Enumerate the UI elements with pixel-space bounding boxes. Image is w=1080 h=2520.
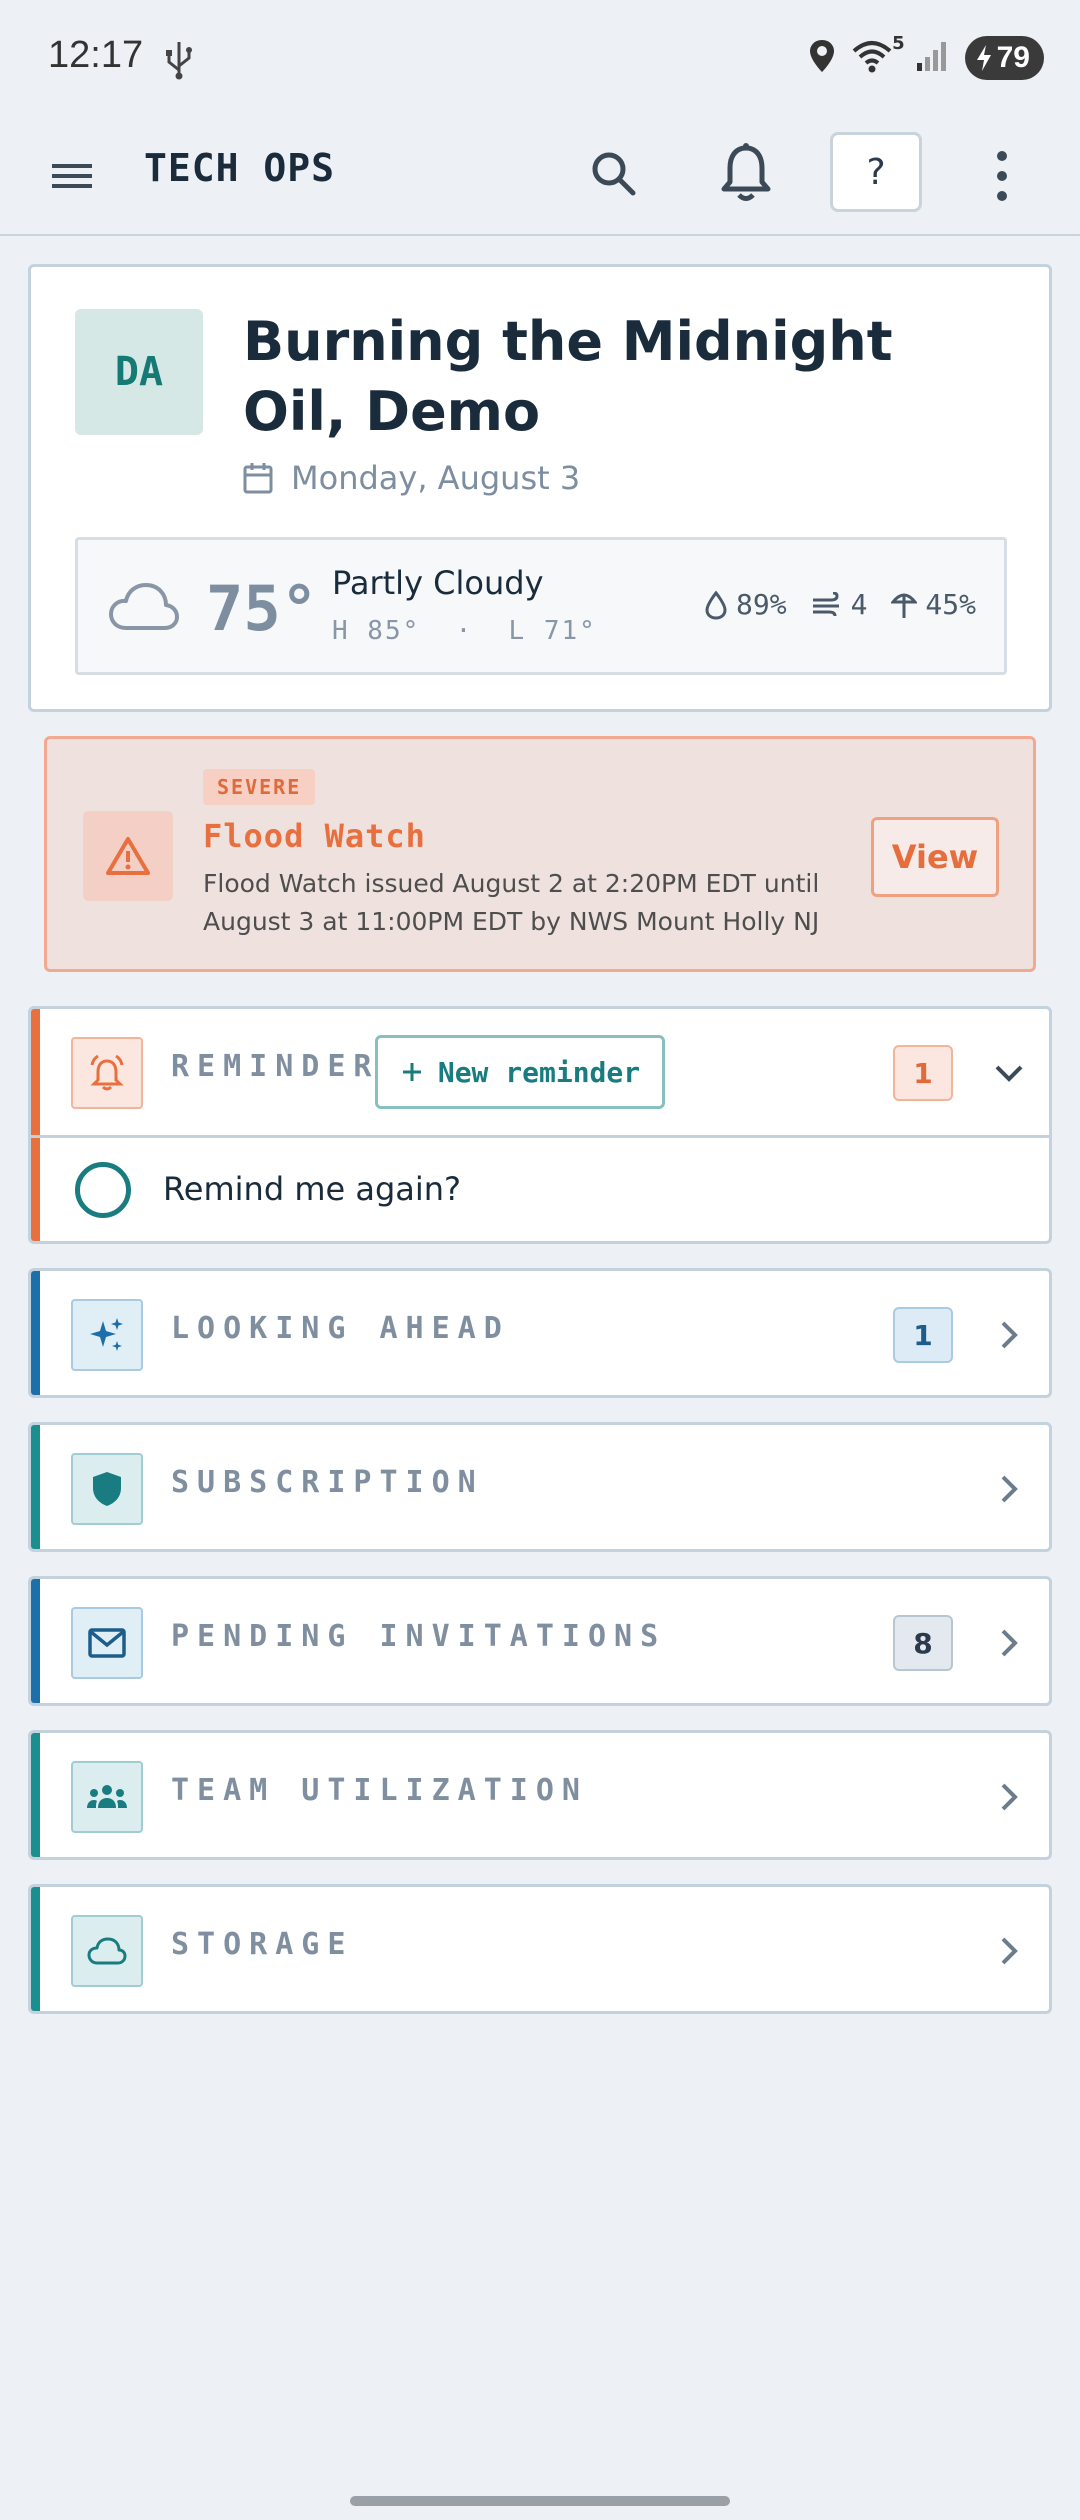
subscription-header: SUBSCRIPTION — [31, 1425, 1049, 1549]
umbrella-icon — [891, 593, 918, 618]
location-icon — [807, 38, 837, 78]
charging-icon — [976, 45, 991, 71]
new-reminder-label: New reminder — [437, 1055, 641, 1089]
app-bar: TECH OPS ? — [0, 116, 1080, 236]
more-options-icon[interactable] — [982, 148, 1022, 204]
team-utilization-header: TEAM UTILIZATION — [31, 1733, 1049, 1857]
team-icon — [71, 1761, 143, 1833]
plus-icon — [402, 1063, 421, 1081]
chevron-right-icon — [991, 1469, 1027, 1509]
chevron-right-icon — [991, 1777, 1027, 1817]
current-date: Monday, August 3 — [291, 459, 581, 497]
usb-icon — [162, 40, 196, 84]
weather-alert: SEVERE Flood Watch Flood Watch issued Au… — [44, 736, 1036, 972]
signal-icon — [915, 39, 951, 77]
humidity-value: 89% — [735, 588, 787, 621]
list-item[interactable]: Remind me again? — [31, 1135, 1049, 1239]
pending-invitations-count-badge: 8 — [893, 1615, 953, 1671]
weather-high-low: H 85° · L 71° — [332, 616, 597, 646]
chevron-right-icon — [991, 1931, 1027, 1971]
cloud-icon — [108, 580, 180, 636]
view-alert-button[interactable]: View — [871, 817, 999, 897]
precip-value: 45% — [925, 588, 976, 621]
notifications-bell-icon[interactable] — [718, 142, 774, 204]
date-row: Monday, August 3 — [243, 459, 580, 497]
alert-description: Flood Watch issued August 2 at 2:20PM ED… — [203, 869, 820, 936]
reminders-section: REMINDERS New reminder 1 Remind me again… — [28, 1006, 1052, 1244]
wind-stat: 4 — [811, 588, 868, 621]
looking-ahead-section[interactable]: LOOKING AHEAD 1 — [28, 1268, 1052, 1398]
wifi-badge: 5 — [892, 33, 905, 54]
home-indicator[interactable] — [350, 2496, 730, 2506]
chevron-right-icon — [991, 1315, 1027, 1355]
status-icons: 5 79 — [807, 33, 1044, 80]
looking-ahead-header: LOOKING AHEAD 1 — [31, 1271, 1049, 1395]
battery-level: 79 — [996, 41, 1030, 74]
chevron-down-icon[interactable] — [991, 1053, 1027, 1093]
humidity-stat: 89% — [704, 588, 787, 621]
page-title: Burning the Midnight Oil, Demo — [243, 310, 893, 443]
chevron-right-icon — [991, 1623, 1027, 1663]
storage-label: STORAGE — [171, 1927, 354, 1962]
status-bar: 12:17 5 79 — [0, 0, 1080, 116]
reminders-count-badge: 1 — [893, 1045, 953, 1101]
new-reminder-button[interactable]: New reminder — [375, 1035, 665, 1109]
subscription-section[interactable]: SUBSCRIPTION — [28, 1422, 1052, 1552]
weather-temperature: 75° — [206, 572, 318, 645]
alarm-bell-icon — [71, 1037, 143, 1109]
pending-invitations-header: PENDING INVITATIONS 8 — [31, 1579, 1049, 1703]
weather-widget[interactable]: 75° Partly Cloudy H 85° · L 71° 89% 4 45… — [75, 537, 1007, 675]
severity-badge: SEVERE — [203, 769, 316, 805]
avatar: DA — [75, 309, 203, 435]
precip-stat: 45% — [891, 588, 976, 621]
subscription-label: SUBSCRIPTION — [171, 1465, 484, 1500]
organization-card: DA Burning the Midnight Oil, Demo Monday… — [28, 264, 1052, 712]
team-utilization-label: TEAM UTILIZATION — [171, 1773, 588, 1808]
help-button[interactable]: ? — [830, 132, 922, 212]
menu-icon[interactable] — [50, 154, 94, 198]
status-time: 12:17 — [48, 34, 144, 76]
wind-value: 4 — [850, 588, 868, 621]
reminder-checkbox[interactable] — [75, 1162, 131, 1218]
reminders-label: REMINDERS — [171, 1049, 406, 1084]
mail-icon — [71, 1607, 143, 1679]
team-utilization-section[interactable]: TEAM UTILIZATION — [28, 1730, 1052, 1860]
looking-ahead-count-badge: 1 — [893, 1307, 953, 1363]
weather-stats: 89% 4 45% — [704, 588, 976, 621]
wind-icon — [812, 591, 839, 616]
storage-section[interactable]: STORAGE — [28, 1884, 1052, 2014]
weather-condition: Partly Cloudy — [332, 564, 544, 602]
battery-indicator: 79 — [964, 36, 1044, 80]
pending-invitations-label: PENDING INVITATIONS — [171, 1619, 667, 1654]
storage-header: STORAGE — [31, 1887, 1049, 2011]
droplet-icon — [705, 590, 727, 620]
pending-invitations-section[interactable]: PENDING INVITATIONS 8 — [28, 1576, 1052, 1706]
app-title: TECH OPS — [144, 146, 336, 190]
search-icon[interactable] — [588, 148, 640, 200]
calendar-icon — [243, 463, 273, 494]
reminder-text: Remind me again? — [163, 1170, 462, 1208]
cloud-icon — [71, 1915, 143, 1987]
warning-icon — [83, 811, 173, 901]
shield-icon — [71, 1453, 143, 1525]
reminders-header[interactable]: REMINDERS New reminder 1 — [31, 1009, 1049, 1135]
wifi-icon: 5 — [851, 33, 905, 77]
sparkle-icon — [71, 1299, 143, 1371]
looking-ahead-label: LOOKING AHEAD — [171, 1311, 510, 1346]
alert-title: Flood Watch — [203, 817, 426, 855]
